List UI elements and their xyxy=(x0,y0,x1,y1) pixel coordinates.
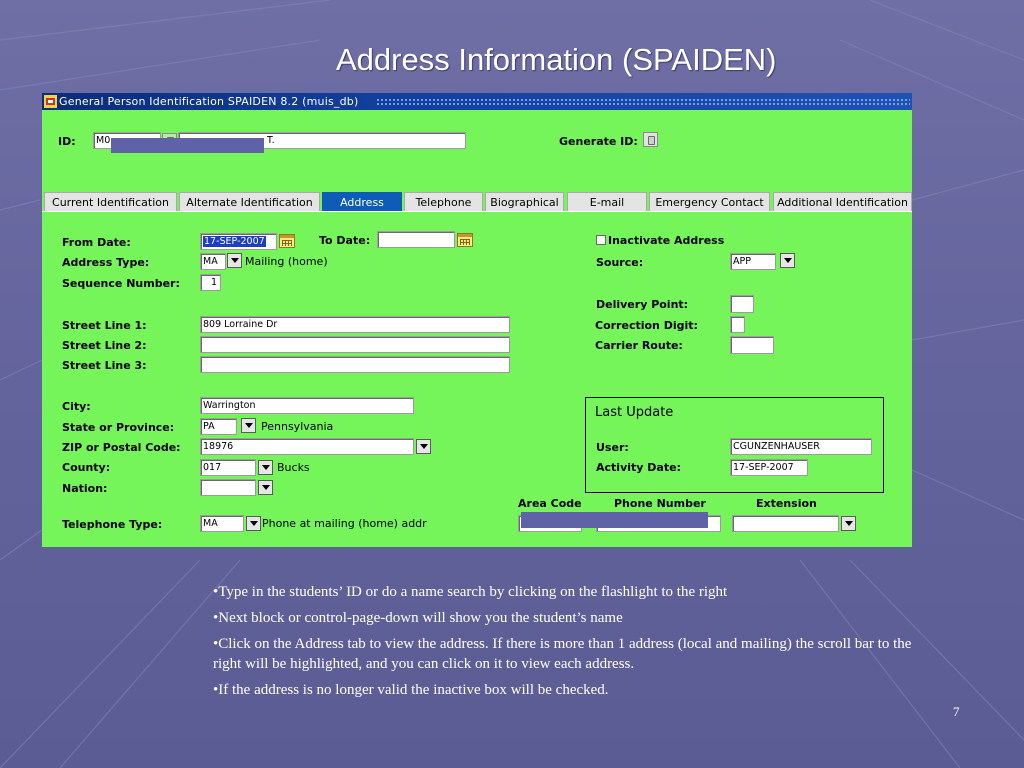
from-date-value: 17-SEP-2007 xyxy=(203,236,266,247)
state-description: Pennsylvania xyxy=(261,420,334,433)
street-line-2-field[interactable] xyxy=(200,336,510,353)
county-field[interactable]: 017 xyxy=(200,459,256,476)
carrier-route-field[interactable] xyxy=(730,336,774,354)
phone-number-label: Phone Number xyxy=(614,497,706,510)
note-item: •Next block or control-page-down will sh… xyxy=(213,610,623,626)
source-label: Source: xyxy=(596,256,644,269)
last-update-title: Last Update xyxy=(595,405,674,420)
county-description: Bucks xyxy=(277,461,310,474)
carrier-route-label: Carrier Route: xyxy=(595,339,683,352)
user-label: User: xyxy=(596,441,629,454)
address-type-dropdown-icon[interactable] xyxy=(227,253,242,268)
inactivate-address-label: Inactivate Address xyxy=(608,234,725,247)
page-number: 7 xyxy=(953,704,960,719)
zip-label: ZIP or Postal Code: xyxy=(62,441,181,454)
from-date-field[interactable]: 17-SEP-2007 xyxy=(200,233,277,250)
extension-dropdown-icon[interactable] xyxy=(841,516,856,531)
street-line-1-field[interactable]: 809 Lorraine Dr xyxy=(200,316,510,333)
slide-title: Address Information (SPAIDEN) xyxy=(336,42,777,77)
nation-label: Nation: xyxy=(62,482,108,495)
activity-date-label: Activity Date: xyxy=(596,461,681,474)
area-code-label: Area Code xyxy=(518,497,582,510)
redaction-box xyxy=(111,138,264,153)
titlebar-pattern xyxy=(376,98,910,106)
zip-field[interactable]: 18976 xyxy=(200,438,414,455)
generate-id-label: Generate ID: xyxy=(559,135,638,148)
tab-emergency-contact[interactable]: Emergency Contact xyxy=(649,192,770,212)
tab-biographical[interactable]: Biographical xyxy=(485,192,564,212)
to-date-calendar-icon[interactable] xyxy=(457,233,473,247)
telephone-type-dropdown-icon[interactable] xyxy=(246,516,261,531)
delivery-point-label: Delivery Point: xyxy=(596,298,689,311)
tab-current-identification[interactable]: Current Identification xyxy=(44,192,177,212)
telephone-type-label: Telephone Type: xyxy=(62,518,163,531)
note-item: •Click on the Address tab to view the ad… xyxy=(213,636,912,672)
from-date-label: From Date: xyxy=(62,236,131,249)
sequence-number-field[interactable]: 1 xyxy=(200,274,221,291)
banner-app-icon xyxy=(44,95,57,108)
tab-additional-identification[interactable]: Additional Identification xyxy=(773,192,912,212)
phone-redaction-box xyxy=(521,512,708,528)
telephone-type-description: Phone at mailing (home) addr xyxy=(262,517,427,530)
tab-address[interactable]: Address xyxy=(322,192,402,212)
correction-digit-field[interactable] xyxy=(730,316,745,333)
note-item: •Type in the students’ ID or do a name s… xyxy=(213,584,728,600)
county-label: County: xyxy=(62,461,111,474)
to-date-field[interactable] xyxy=(377,231,455,248)
note-item: •If the address is no longer valid the i… xyxy=(213,682,609,698)
source-dropdown-icon[interactable] xyxy=(780,253,795,268)
extension-field[interactable] xyxy=(732,515,839,532)
flashlight-icon[interactable] xyxy=(643,132,658,147)
sequence-number-label: Sequence Number: xyxy=(62,277,180,290)
window-title: General Person Identification SPAIDEN 8.… xyxy=(59,95,359,108)
state-dropdown-icon[interactable] xyxy=(241,418,256,433)
to-date-label: To Date: xyxy=(319,234,371,247)
street-line-1-label: Street Line 1: xyxy=(62,319,147,332)
from-date-calendar-icon[interactable] xyxy=(279,234,295,248)
street-line-3-label: Street Line 3: xyxy=(62,359,147,372)
delivery-point-field[interactable] xyxy=(730,295,754,313)
id-label: ID: xyxy=(58,135,76,148)
tab-alternate-identification[interactable]: Alternate Identification xyxy=(179,192,320,212)
window-titlebar[interactable]: General Person Identification SPAIDEN 8.… xyxy=(42,93,912,110)
user-field[interactable]: CGUNZENHAUSER xyxy=(730,438,872,455)
state-label: State or Province: xyxy=(62,421,175,434)
zip-dropdown-icon[interactable] xyxy=(416,439,431,454)
correction-digit-label: Correction Digit: xyxy=(595,319,698,332)
source-field[interactable]: APP xyxy=(730,253,776,270)
state-field[interactable]: PA xyxy=(200,418,237,435)
activity-date-field[interactable]: 17-SEP-2007 xyxy=(730,459,808,476)
address-type-label: Address Type: xyxy=(62,256,150,269)
city-field[interactable]: Warrington xyxy=(200,397,414,414)
spaiden-form-window: General Person Identification SPAIDEN 8.… xyxy=(42,93,912,547)
slide-notes: •Type in the students’ ID or do a name s… xyxy=(213,582,913,706)
address-type-field[interactable]: MA xyxy=(200,253,226,270)
inactivate-address-checkbox[interactable] xyxy=(596,235,606,245)
county-dropdown-icon[interactable] xyxy=(258,460,273,475)
address-type-description: Mailing (home) xyxy=(245,255,328,268)
city-label: City: xyxy=(62,400,91,413)
nation-field[interactable] xyxy=(200,479,256,496)
extension-label: Extension xyxy=(756,497,817,510)
tab-telephone[interactable]: Telephone xyxy=(404,192,483,212)
nation-dropdown-icon[interactable] xyxy=(258,480,273,495)
tab-email[interactable]: E-mail xyxy=(567,192,647,212)
street-line-3-field[interactable] xyxy=(200,356,510,373)
street-line-2-label: Street Line 2: xyxy=(62,339,147,352)
telephone-type-field[interactable]: MA xyxy=(200,515,244,532)
